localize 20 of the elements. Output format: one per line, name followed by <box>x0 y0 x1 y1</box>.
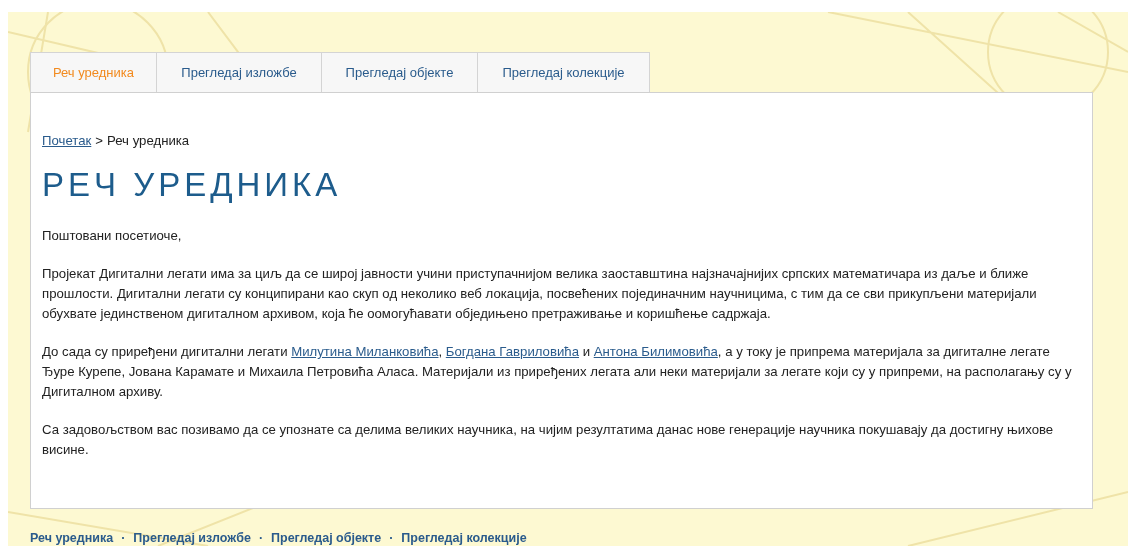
footer-link[interactable]: Прегледај колекције <box>401 531 527 545</box>
paragraph: Пројекат Дигитални легати има за циљ да се широј јавности учини приступачнијом велика заоставштина најзначајнијих српских математичара из даље и ближе прошлости. Дигитални легати су конципирани као скуп од неколико веб локација, посвећених појединачним научницима, с тим да се сви прикупљени материјали обухвате јединственом дигиталном архивом, која ће оомогућавати обједињено претраживање и коришћење садржаја. <box>42 265 1038 323</box>
paragraph: Са задовољством вас позивамо да се упознате са делима великих научника, на чијим резултатима данас нове генерације научника покушавају да достигну њихове висине. <box>42 421 1055 459</box>
paragraph: До сада су приређени дигитални легати Милутина Миланковића, Богдана Гавриловића и Антона Билимовића, а у току је припрема материјала за дигиталне легате Ђуре Курепе, Јована Карамате и Михаила Петровића Аласа. Материјали из приређених легата али неки материјали за легате који су у припреми, на располагању су у Дигиталном архиву. <box>42 343 1072 401</box>
breadcrumb-current: Реч уредника <box>107 133 190 148</box>
page-heading: РЕЧ УРЕДНИКА <box>42 166 343 204</box>
person-link[interactable]: Антона Билимовића <box>593 344 718 359</box>
tab[interactable]: Прегледај објекте <box>322 52 478 92</box>
breadcrumb-link[interactable]: Почетак <box>42 133 92 148</box>
tab[interactable]: Прегледај колекције <box>478 52 650 92</box>
footer-link[interactable]: Прегледај изложбе <box>133 531 251 545</box>
paragraph: Поштовани посетиоче, <box>42 227 183 245</box>
tab[interactable]: Прегледај изложбе <box>157 52 322 92</box>
breadcrumb-separator: > <box>95 133 103 148</box>
footer-separator: · <box>389 531 394 545</box>
footer-separator: · <box>121 531 126 545</box>
footer-link[interactable]: Реч уредника <box>30 531 114 545</box>
footer-link[interactable]: Прегледај објекте <box>271 531 382 545</box>
footer-separator: · <box>258 531 264 545</box>
person-link[interactable]: Богдана Гавриловића <box>445 344 579 359</box>
